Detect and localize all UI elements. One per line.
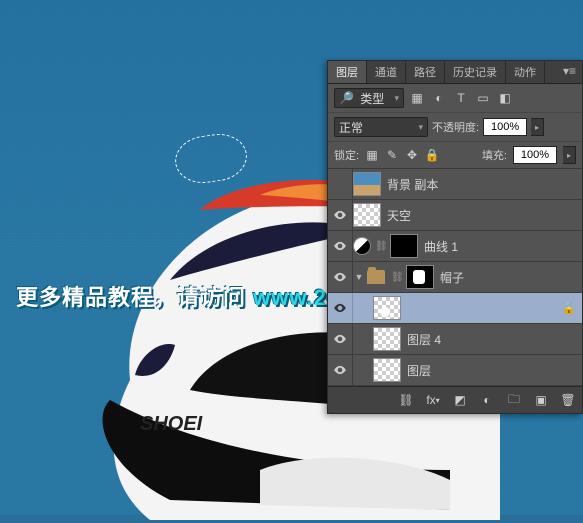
blend-mode-value: 正常 bbox=[339, 119, 363, 136]
filter-type-icon[interactable]: T bbox=[452, 89, 470, 107]
layer-row[interactable]: 图层 bbox=[328, 355, 582, 386]
filter-smart-icon[interactable]: ◧ bbox=[496, 89, 514, 107]
fx-label: fx bbox=[426, 393, 435, 407]
new-adjustment-button[interactable]: ◐ bbox=[475, 389, 499, 411]
visibility-toggle[interactable] bbox=[328, 200, 353, 230]
layer-name[interactable]: 图层 4 bbox=[407, 331, 441, 348]
visibility-toggle[interactable] bbox=[328, 231, 353, 261]
blend-mode-select[interactable]: 正常 ▾ bbox=[334, 117, 428, 137]
layer-row[interactable]: ▼ ⛓ 帽子 bbox=[328, 262, 582, 293]
tab-layers[interactable]: 图层 bbox=[328, 61, 367, 83]
folder-icon bbox=[367, 270, 385, 284]
filter-kind-select[interactable]: 🔎 类型 ▾ bbox=[334, 88, 404, 108]
layer-mask-thumbnail bbox=[390, 234, 418, 258]
canvas-background: SHOEI 更多精品教程，请访问 www.240PS.com 图层 通道 路径 … bbox=[0, 0, 583, 515]
filter-row: 🔎 类型 ▾ ▦ ◐ T ▭ ◧ bbox=[328, 84, 582, 113]
layer-thumbnail bbox=[373, 296, 401, 320]
svg-text:SHOEI: SHOEI bbox=[140, 413, 203, 435]
lock-transparent-icon[interactable]: ▦ bbox=[365, 148, 379, 162]
tab-paths[interactable]: 路径 bbox=[406, 61, 445, 83]
search-icon: 🔎 bbox=[339, 91, 354, 105]
layer-mask-thumbnail bbox=[406, 265, 434, 289]
new-group-button[interactable]: 🗀 bbox=[502, 389, 526, 411]
lock-row: 锁定: ▦ ✎ ✥ 🔒 填充: 100% ▸ bbox=[328, 142, 582, 169]
lock-position-icon[interactable]: ✥ bbox=[405, 148, 419, 162]
layer-name[interactable]: 帽子 bbox=[440, 269, 464, 286]
chevron-down-icon: ▾ bbox=[418, 122, 423, 133]
visibility-toggle[interactable] bbox=[328, 293, 353, 323]
filter-shape-icon[interactable]: ▭ bbox=[474, 89, 492, 107]
blend-row: 正常 ▾ 不透明度: 100% ▸ bbox=[328, 113, 582, 142]
layer-name[interactable]: 曲线 1 bbox=[424, 238, 458, 255]
link-icon: ⛓ bbox=[375, 241, 387, 252]
visibility-toggle[interactable] bbox=[328, 324, 353, 354]
layer-name[interactable]: 图层 bbox=[407, 362, 431, 379]
visibility-toggle[interactable] bbox=[328, 262, 353, 292]
tab-history[interactable]: 历史记录 bbox=[445, 61, 506, 83]
lock-label: 锁定: bbox=[334, 147, 359, 163]
layer-row[interactable]: 背景 副本 bbox=[328, 169, 582, 200]
tab-channels[interactable]: 通道 bbox=[367, 61, 406, 83]
tab-actions[interactable]: 动作 bbox=[506, 61, 545, 83]
lock-icons: ▦ ✎ ✥ 🔒 bbox=[365, 148, 439, 162]
add-mask-button[interactable]: ◩ bbox=[448, 389, 472, 411]
adjustment-icon bbox=[353, 237, 371, 255]
link-layers-button[interactable]: ⛓ bbox=[394, 389, 418, 411]
fill-label: 填充: bbox=[482, 147, 507, 163]
layer-name[interactable]: 天空 bbox=[387, 207, 411, 224]
link-icon: ⛓ bbox=[391, 272, 403, 283]
watermark-text: 更多精品教程，请访问 bbox=[16, 285, 253, 310]
layers-panel: 图层 通道 路径 历史记录 动作 ▾≡ 🔎 类型 ▾ ▦ ◐ T ▭ ◧ 正常 … bbox=[327, 60, 583, 414]
filter-adjust-icon[interactable]: ◐ bbox=[430, 89, 448, 107]
chevron-down-icon: ▾ bbox=[394, 93, 399, 104]
layer-row[interactable]: 图层 4 bbox=[328, 324, 582, 355]
layer-row[interactable]: 🔒 bbox=[328, 293, 582, 324]
panel-tabs: 图层 通道 路径 历史记录 动作 ▾≡ bbox=[328, 61, 582, 84]
visibility-toggle[interactable] bbox=[328, 355, 353, 385]
fill-value[interactable]: 100% bbox=[513, 146, 557, 164]
opacity-stepper[interactable]: ▸ bbox=[531, 118, 544, 136]
opacity-label: 不透明度: bbox=[432, 119, 479, 135]
visibility-toggle[interactable] bbox=[328, 169, 353, 199]
layer-thumbnail bbox=[373, 358, 401, 382]
panel-menu-icon[interactable]: ▾≡ bbox=[557, 61, 582, 83]
layer-name[interactable]: 背景 副本 bbox=[387, 176, 438, 193]
layer-thumbnail bbox=[373, 327, 401, 351]
filter-pixel-icon[interactable]: ▦ bbox=[408, 89, 426, 107]
layer-row[interactable]: 天空 bbox=[328, 200, 582, 231]
layer-row[interactable]: ⛓ 曲线 1 bbox=[328, 231, 582, 262]
delete-layer-button[interactable]: 🗑 bbox=[556, 389, 580, 411]
layers-list: 背景 副本 天空 ⛓ 曲线 1 ▼ ⛓ 帽子 bbox=[328, 169, 582, 386]
lock-all-icon[interactable]: 🔒 bbox=[425, 148, 439, 162]
new-layer-button[interactable]: ▣ bbox=[529, 389, 553, 411]
lock-icon: 🔒 bbox=[562, 302, 576, 315]
fill-stepper[interactable]: ▸ bbox=[563, 146, 576, 164]
layer-thumbnail bbox=[353, 203, 381, 227]
lock-pixels-icon[interactable]: ✎ bbox=[385, 148, 399, 162]
layer-thumbnail bbox=[353, 172, 381, 196]
opacity-value[interactable]: 100% bbox=[483, 118, 527, 136]
folder-arrow-icon[interactable]: ▼ bbox=[353, 272, 365, 282]
filter-kind-label: 类型 bbox=[360, 90, 384, 107]
panel-footer: ⛓ fx▾ ◩ ◐ 🗀 ▣ 🗑 bbox=[328, 386, 582, 413]
layer-fx-button[interactable]: fx▾ bbox=[421, 389, 445, 411]
